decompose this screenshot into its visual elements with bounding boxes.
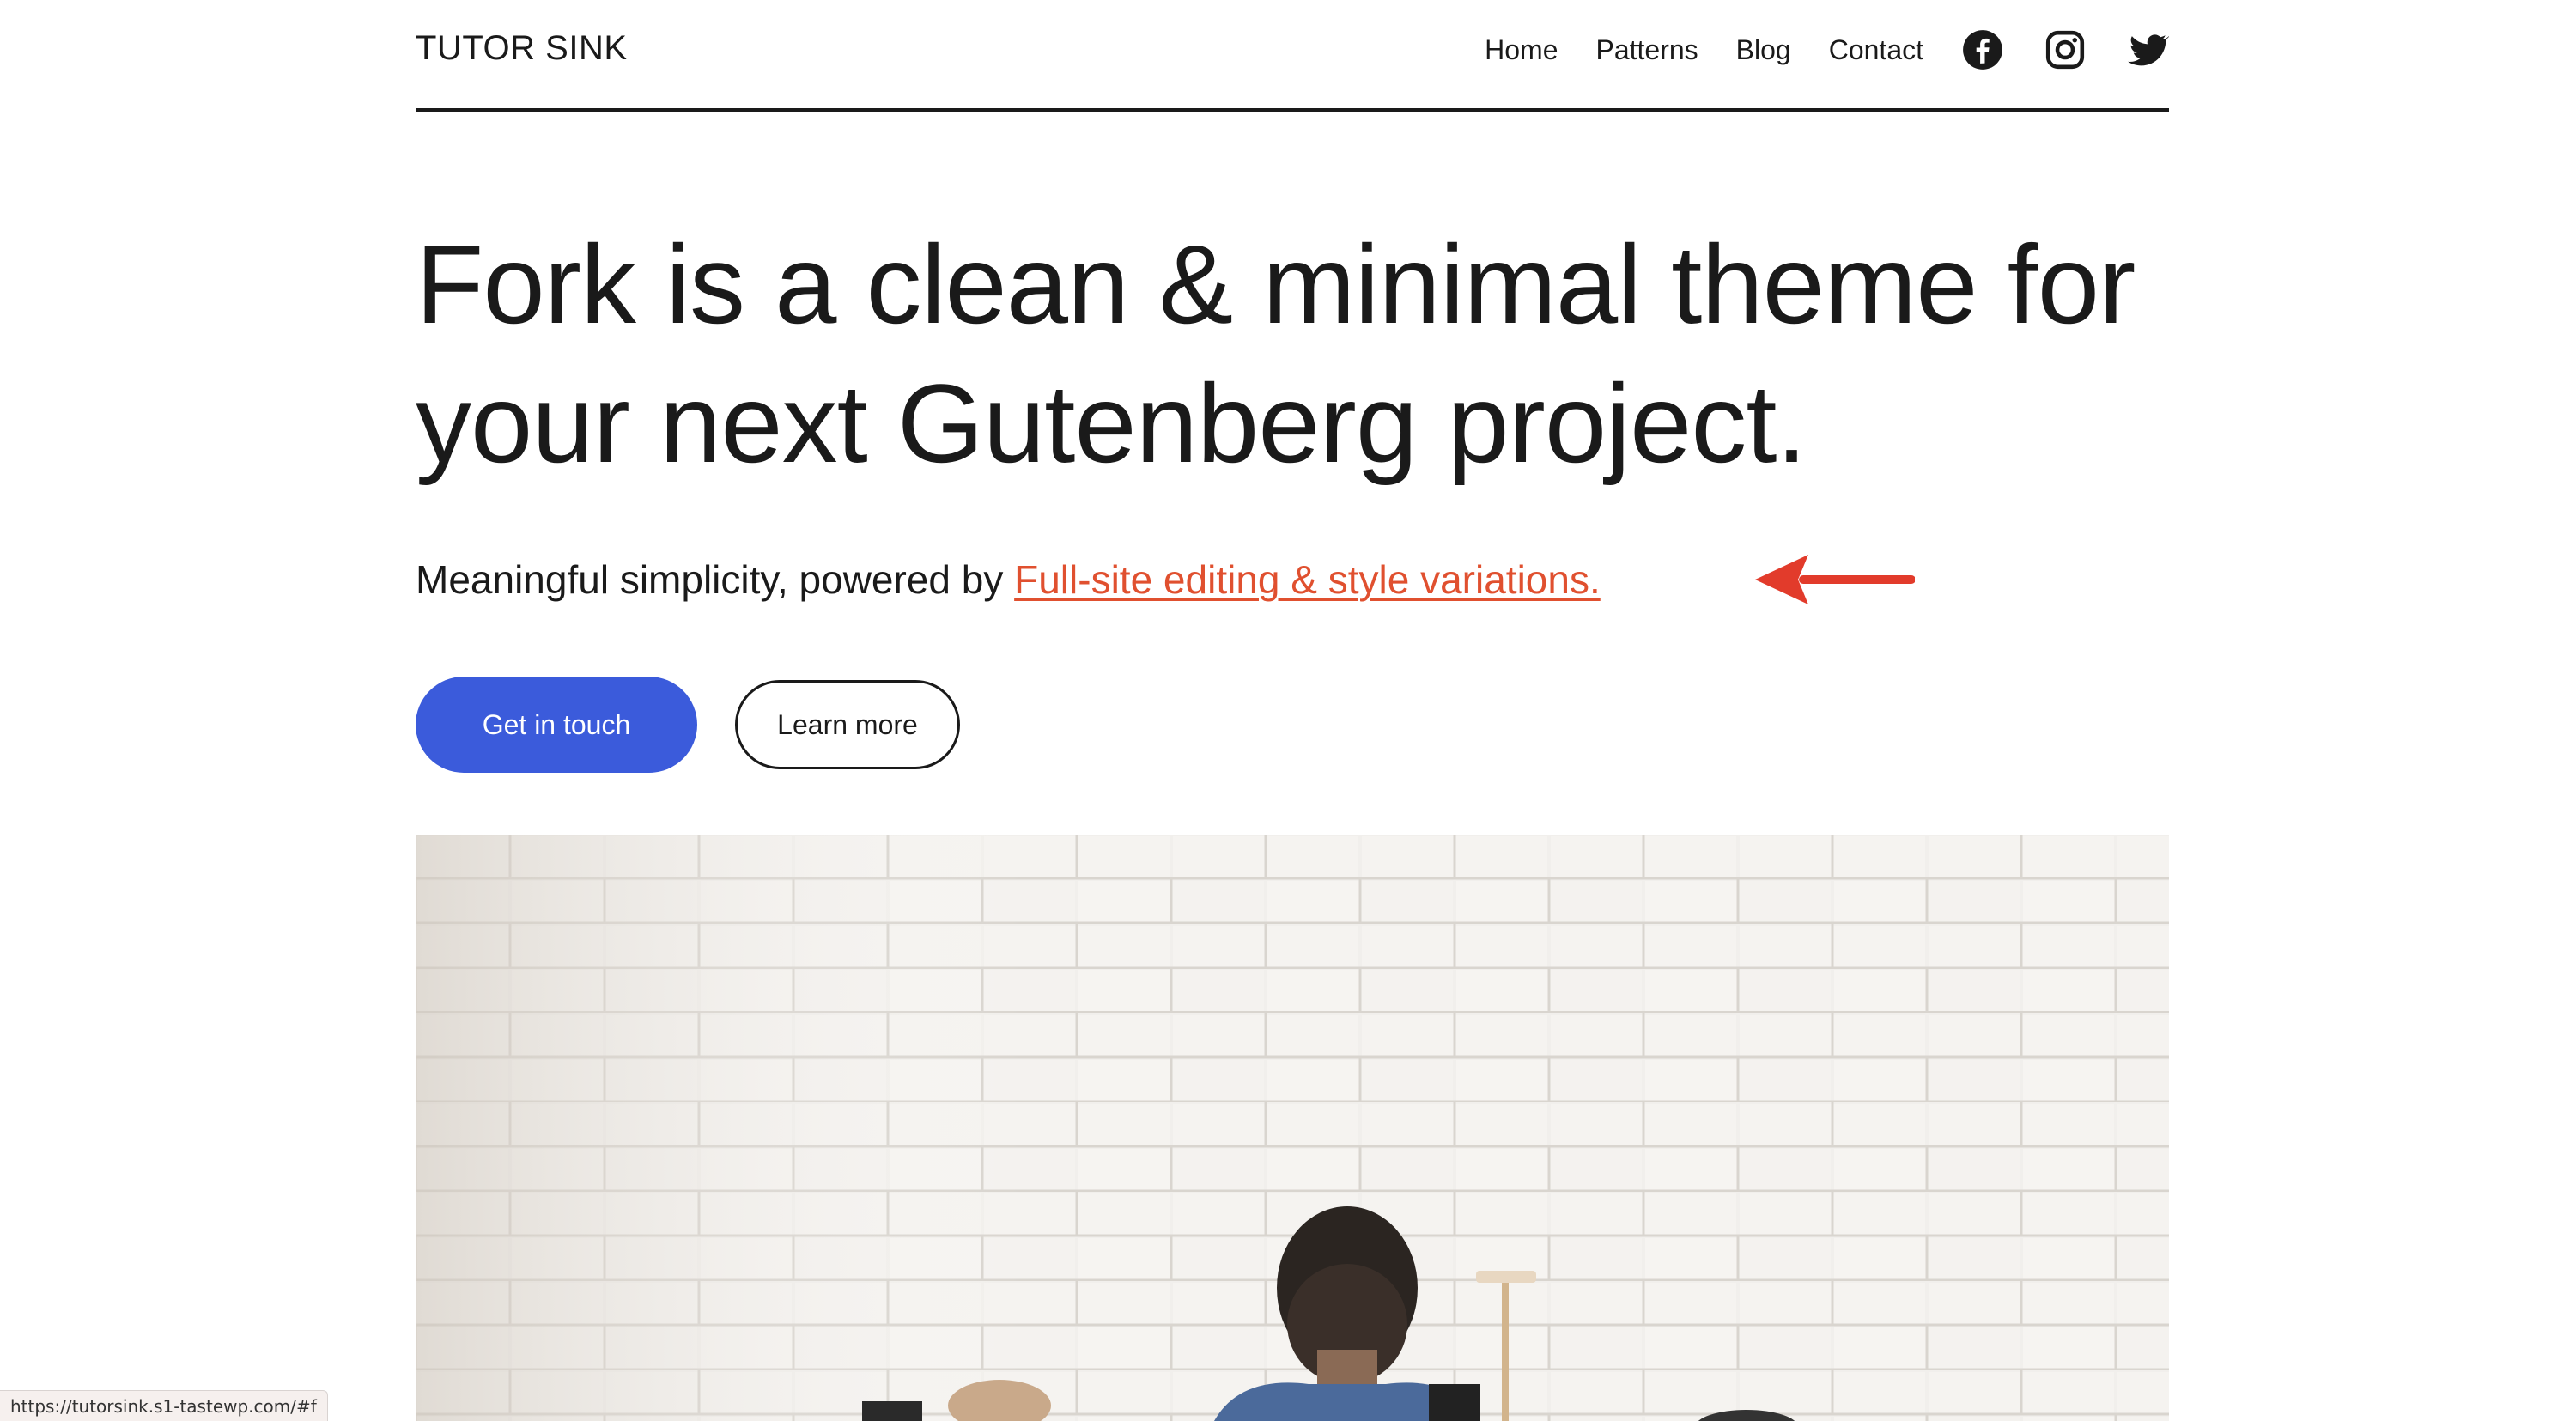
full-site-editing-link[interactable]: Full-site editing & style variations. [1014,557,1601,602]
get-in-touch-button[interactable]: Get in touch [416,677,697,773]
nav-blog[interactable]: Blog [1736,34,1791,66]
nav-home[interactable]: Home [1485,34,1558,66]
instagram-icon[interactable] [2044,28,2087,71]
nav-patterns[interactable]: Patterns [1596,34,1698,66]
site-title[interactable]: TUTOR SINK [416,29,628,68]
learn-more-button[interactable]: Learn more [735,680,960,769]
main-nav: Home Patterns Blog Contact [1485,26,2169,74]
page: TUTOR SINK Home Patterns Blog Contact Fo… [0,0,2576,1421]
facebook-icon[interactable] [1961,28,2004,71]
twitter-icon[interactable] [2126,28,2169,71]
site-header: TUTOR SINK Home Patterns Blog Contact [416,0,2169,112]
hero-subtitle: Meaningful simplicity, powered by Full-s… [416,554,1601,605]
nav-contact[interactable]: Contact [1829,34,1923,66]
hero-title: Fork is a clean & minimal theme for your… [416,222,2136,486]
hero-subtitle-text: Meaningful simplicity, powered by [416,557,1015,602]
status-bar-url: https://tutorsink.s1-tastewp.com/#f [0,1390,328,1421]
annotation-arrow-icon [1752,550,1915,610]
hero-image [416,835,2169,1421]
